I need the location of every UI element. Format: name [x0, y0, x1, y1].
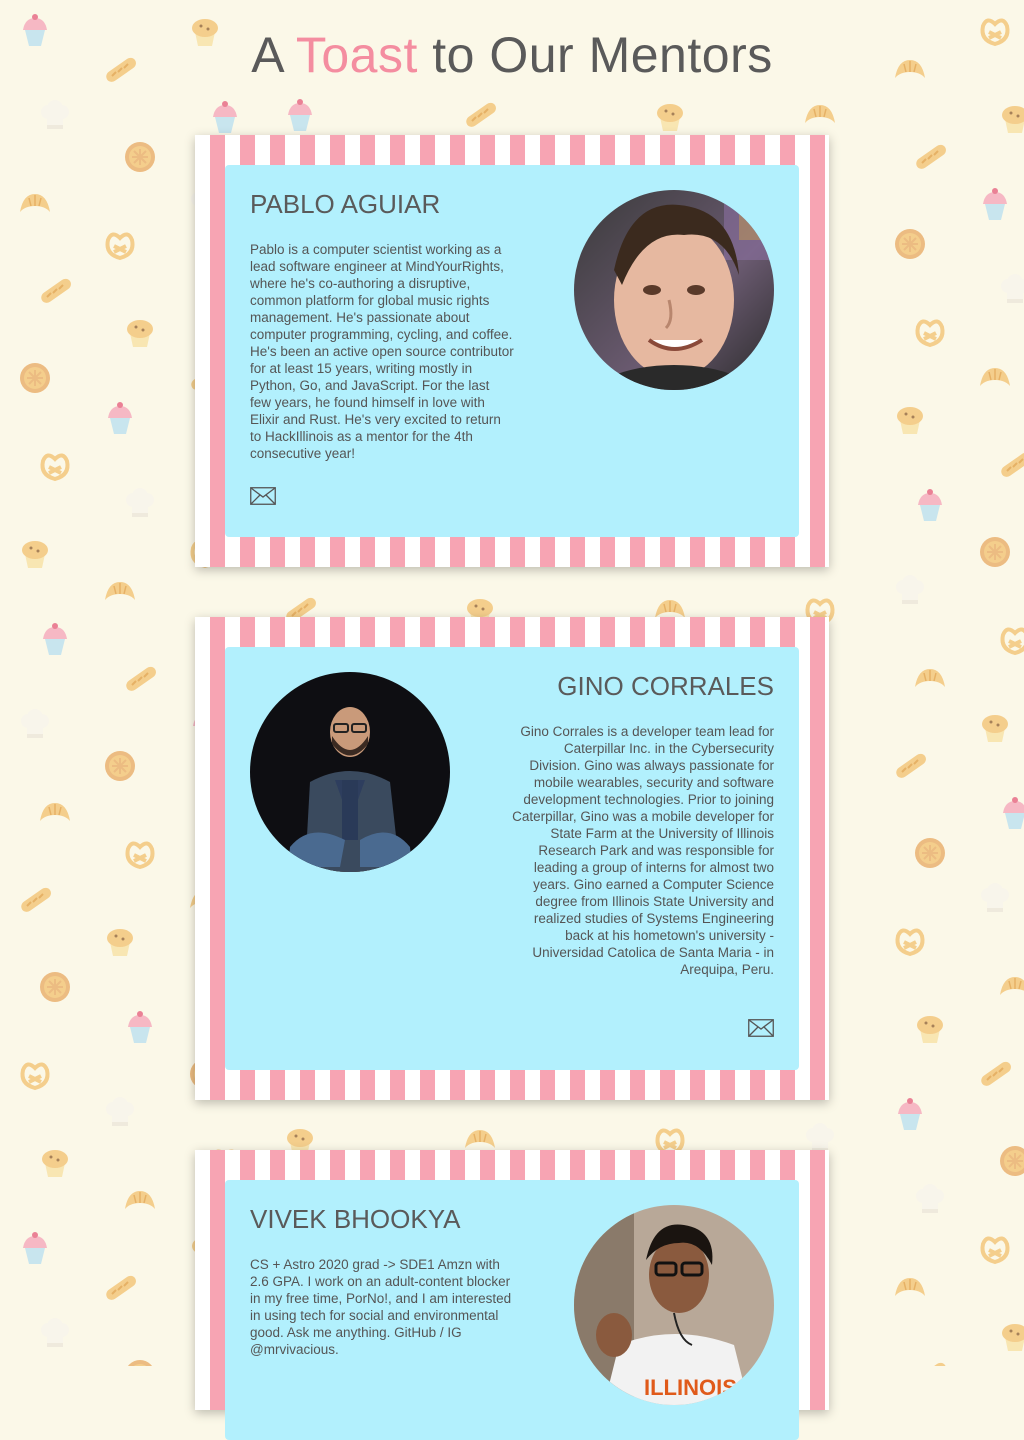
chef-hat-icon: [916, 1184, 944, 1213]
muffin-icon: [42, 1150, 68, 1177]
pie-icon: [128, 1360, 152, 1366]
mentor-name: VIVEK BHOOKYA: [250, 1204, 461, 1234]
chef-hat-icon: [896, 575, 924, 604]
mail-icon[interactable]: [748, 1019, 774, 1037]
portrait-photo-gino: [250, 672, 450, 872]
baguette-icon: [106, 1275, 136, 1300]
pie-icon: [105, 751, 135, 781]
cupcake-icon: [108, 402, 132, 434]
croissant-icon: [105, 582, 135, 600]
pie-icon: [980, 537, 1010, 567]
pretzel-icon: [40, 453, 70, 482]
pretzel-icon: [895, 928, 925, 957]
croissant-icon: [20, 194, 50, 212]
baguette-icon: [466, 102, 496, 127]
baguette-icon: [916, 144, 946, 169]
cupcake-icon: [1003, 797, 1024, 829]
muffin-icon: [22, 541, 48, 568]
muffin-icon: [127, 320, 153, 347]
pie-icon: [20, 363, 50, 393]
title-accent: Toast: [295, 27, 418, 83]
pie-icon: [40, 972, 70, 1002]
baguette-icon: [896, 753, 926, 778]
chef-hat-icon: [1001, 274, 1024, 303]
muffin-icon: [1002, 106, 1024, 133]
pretzel-icon: [125, 841, 155, 870]
croissant-icon: [805, 105, 835, 123]
croissant-icon: [125, 1191, 155, 1209]
pretzel-icon: [915, 319, 945, 348]
svg-text:ILLINOIS: ILLINOIS: [644, 1375, 737, 1400]
mentor-name: GINO CORRALES: [557, 671, 774, 701]
pie-icon: [915, 838, 945, 868]
mentor-card-gino-corrales: GINO CORRALES Gino Corrales is a develop…: [195, 617, 829, 1100]
cupcake-icon: [43, 623, 67, 655]
muffin-icon: [897, 407, 923, 434]
baguette-icon: [41, 278, 71, 303]
chef-hat-icon: [106, 1097, 134, 1126]
mentor-photo: ILLINOIS: [574, 1205, 774, 1405]
pie-icon: [895, 229, 925, 259]
baguette-icon: [126, 666, 156, 691]
title-suffix: to Our Mentors: [417, 27, 773, 83]
croissant-icon: [40, 803, 70, 821]
pretzel-icon: [105, 232, 135, 261]
mentor-bio: Gino Corrales is a developer team lead f…: [512, 724, 774, 977]
pretzel-icon: [980, 1236, 1010, 1265]
baguette-icon: [21, 887, 51, 912]
title-prefix: A: [251, 27, 296, 83]
chef-hat-icon: [126, 488, 154, 517]
chef-hat-icon: [21, 709, 49, 738]
mentor-card-panel: GINO CORRALES Gino Corrales is a develop…: [225, 647, 799, 1070]
mentor-card-pablo-aguiar: PABLO AGUIAR Pablo is a computer scienti…: [195, 135, 829, 567]
pretzel-icon: [1000, 627, 1024, 656]
baguette-icon: [981, 1061, 1011, 1086]
croissant-icon: [1000, 977, 1024, 995]
chef-hat-icon: [41, 100, 69, 129]
chef-hat-icon: [41, 1318, 69, 1347]
mentor-card-panel: VIVEK BHOOKYA CS + Astro 2020 grad -> SD…: [225, 1180, 799, 1440]
chef-hat-icon: [981, 883, 1009, 912]
cupcake-icon: [23, 1232, 47, 1264]
croissant-icon: [915, 669, 945, 687]
portrait-photo-vivek: ILLINOIS: [574, 1205, 774, 1405]
mentor-card-panel: PABLO AGUIAR Pablo is a computer scienti…: [225, 165, 799, 537]
mentor-name: PABLO AGUIAR: [250, 189, 441, 219]
muffin-icon: [1002, 1324, 1024, 1351]
croissant-icon: [980, 368, 1010, 386]
cupcake-icon: [128, 1011, 152, 1043]
muffin-icon: [657, 104, 683, 131]
mentor-photo: [574, 190, 774, 390]
mentor-bio: Pablo is a computer scientist working as…: [250, 242, 514, 461]
cupcake-icon: [213, 101, 237, 133]
pie-icon: [125, 142, 155, 172]
muffin-icon: [917, 1016, 943, 1043]
mail-icon[interactable]: [250, 487, 276, 505]
cupcake-icon: [898, 1098, 922, 1130]
mentor-card-vivek-bhookya: VIVEK BHOOKYA CS + Astro 2020 grad -> SD…: [195, 1150, 829, 1440]
cupcake-icon: [288, 99, 312, 131]
baguette-icon: [916, 1362, 946, 1366]
cupcake-icon: [983, 188, 1007, 220]
mentor-bio: CS + Astro 2020 grad -> SDE1 Amzn with 2…: [250, 1257, 512, 1357]
muffin-icon: [107, 929, 133, 956]
mentor-photo: [250, 672, 450, 872]
cupcake-icon: [918, 489, 942, 521]
page-title: A Toast to Our Mentors: [0, 26, 1024, 84]
pie-icon: [1000, 1146, 1024, 1176]
pretzel-icon: [20, 1062, 50, 1091]
baguette-icon: [1001, 452, 1024, 477]
muffin-icon: [982, 715, 1008, 742]
portrait-photo-pablo: [574, 190, 774, 390]
croissant-icon: [895, 1278, 925, 1296]
